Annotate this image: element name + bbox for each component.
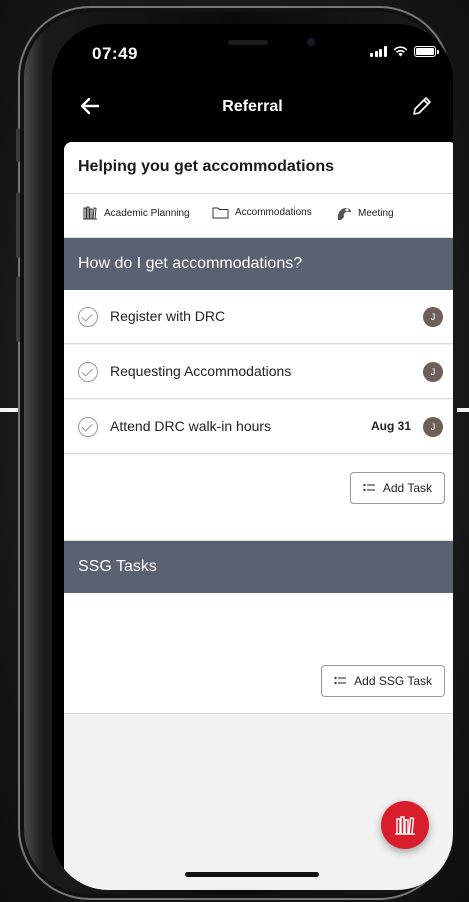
phone-frame: 07:49 Referral Helping you get accommoda… [16,6,453,900]
task-row[interactable]: Attend DRC walk-in hours Aug 31 J [64,400,453,454]
volume-up-button [16,192,20,258]
folder-icon [212,207,229,219]
page-title: Referral [222,98,283,115]
task-due-date: Aug 31 [370,419,411,433]
assignee-avatar: J [423,417,443,437]
checkmark-circle-icon[interactable] [78,307,98,327]
tab-label: Academic Planning [104,207,190,219]
section-header-ssg-tasks: SSG Tasks [64,541,453,593]
ssg-tasks-area: Add SSG Task [64,593,453,714]
meeting-icon [337,208,351,220]
tab-label: Accommodations [235,207,312,218]
add-ssg-task-button[interactable]: Add SSG Task [321,665,445,697]
books-icon [83,206,97,220]
add-task-button[interactable]: Add Task [349,472,445,504]
task-list-icon [363,483,375,492]
tab-accommodations[interactable]: Accommodations [212,206,312,219]
checkmark-circle-icon[interactable] [78,362,98,382]
task-row[interactable]: Requesting Accommodations J [64,345,453,399]
speaker [228,40,268,45]
section-header-accommodations: How do I get accommodations? [64,238,453,290]
card-header: Helping you get accommodations [64,142,453,194]
task-label: Register with DRC [110,308,226,324]
assignee-avatar: J [423,362,443,382]
academic-planning-fab[interactable] [381,801,429,849]
mute-switch [16,128,20,162]
task-label: Requesting Accommodations [110,363,292,379]
task-label: Attend DRC walk-in hours [110,418,272,434]
signal-icon [370,46,387,57]
books-icon [395,816,415,835]
tab-label: Meeting [358,208,394,219]
tag-bar: Academic Planning Accommodations Meeting [64,194,453,238]
phone-screen: 07:49 Referral Helping you get accommoda… [52,24,453,890]
tab-academic-planning[interactable]: Academic Planning [82,206,190,220]
volume-down-button [16,276,20,342]
add-task-area: Add Task [64,455,453,541]
referral-sheet: Helping you get accommodations Academic … [64,142,453,890]
status-bar: 07:49 [52,24,453,80]
task-list-icon [334,676,347,685]
checkmark-circle-icon[interactable] [78,417,98,437]
battery-icon [413,46,439,57]
wifi-icon [393,46,407,57]
status-time: 07:49 [92,44,138,63]
backdrop-line-right [457,408,469,412]
nav-bar: Referral [52,86,453,134]
front-camera [307,38,315,46]
assignee-avatar: J [423,307,443,327]
card-title: Helping you get accommodations [78,158,335,175]
add-ssg-task-label: Add SSG Task [354,674,432,688]
tab-meeting[interactable]: Meeting [336,206,394,221]
status-icons [370,46,439,57]
task-row[interactable]: Register with DRC J [64,290,453,344]
edit-pencil-icon[interactable] [410,94,434,118]
home-indicator[interactable] [185,872,319,877]
add-task-label: Add Task [382,481,432,495]
